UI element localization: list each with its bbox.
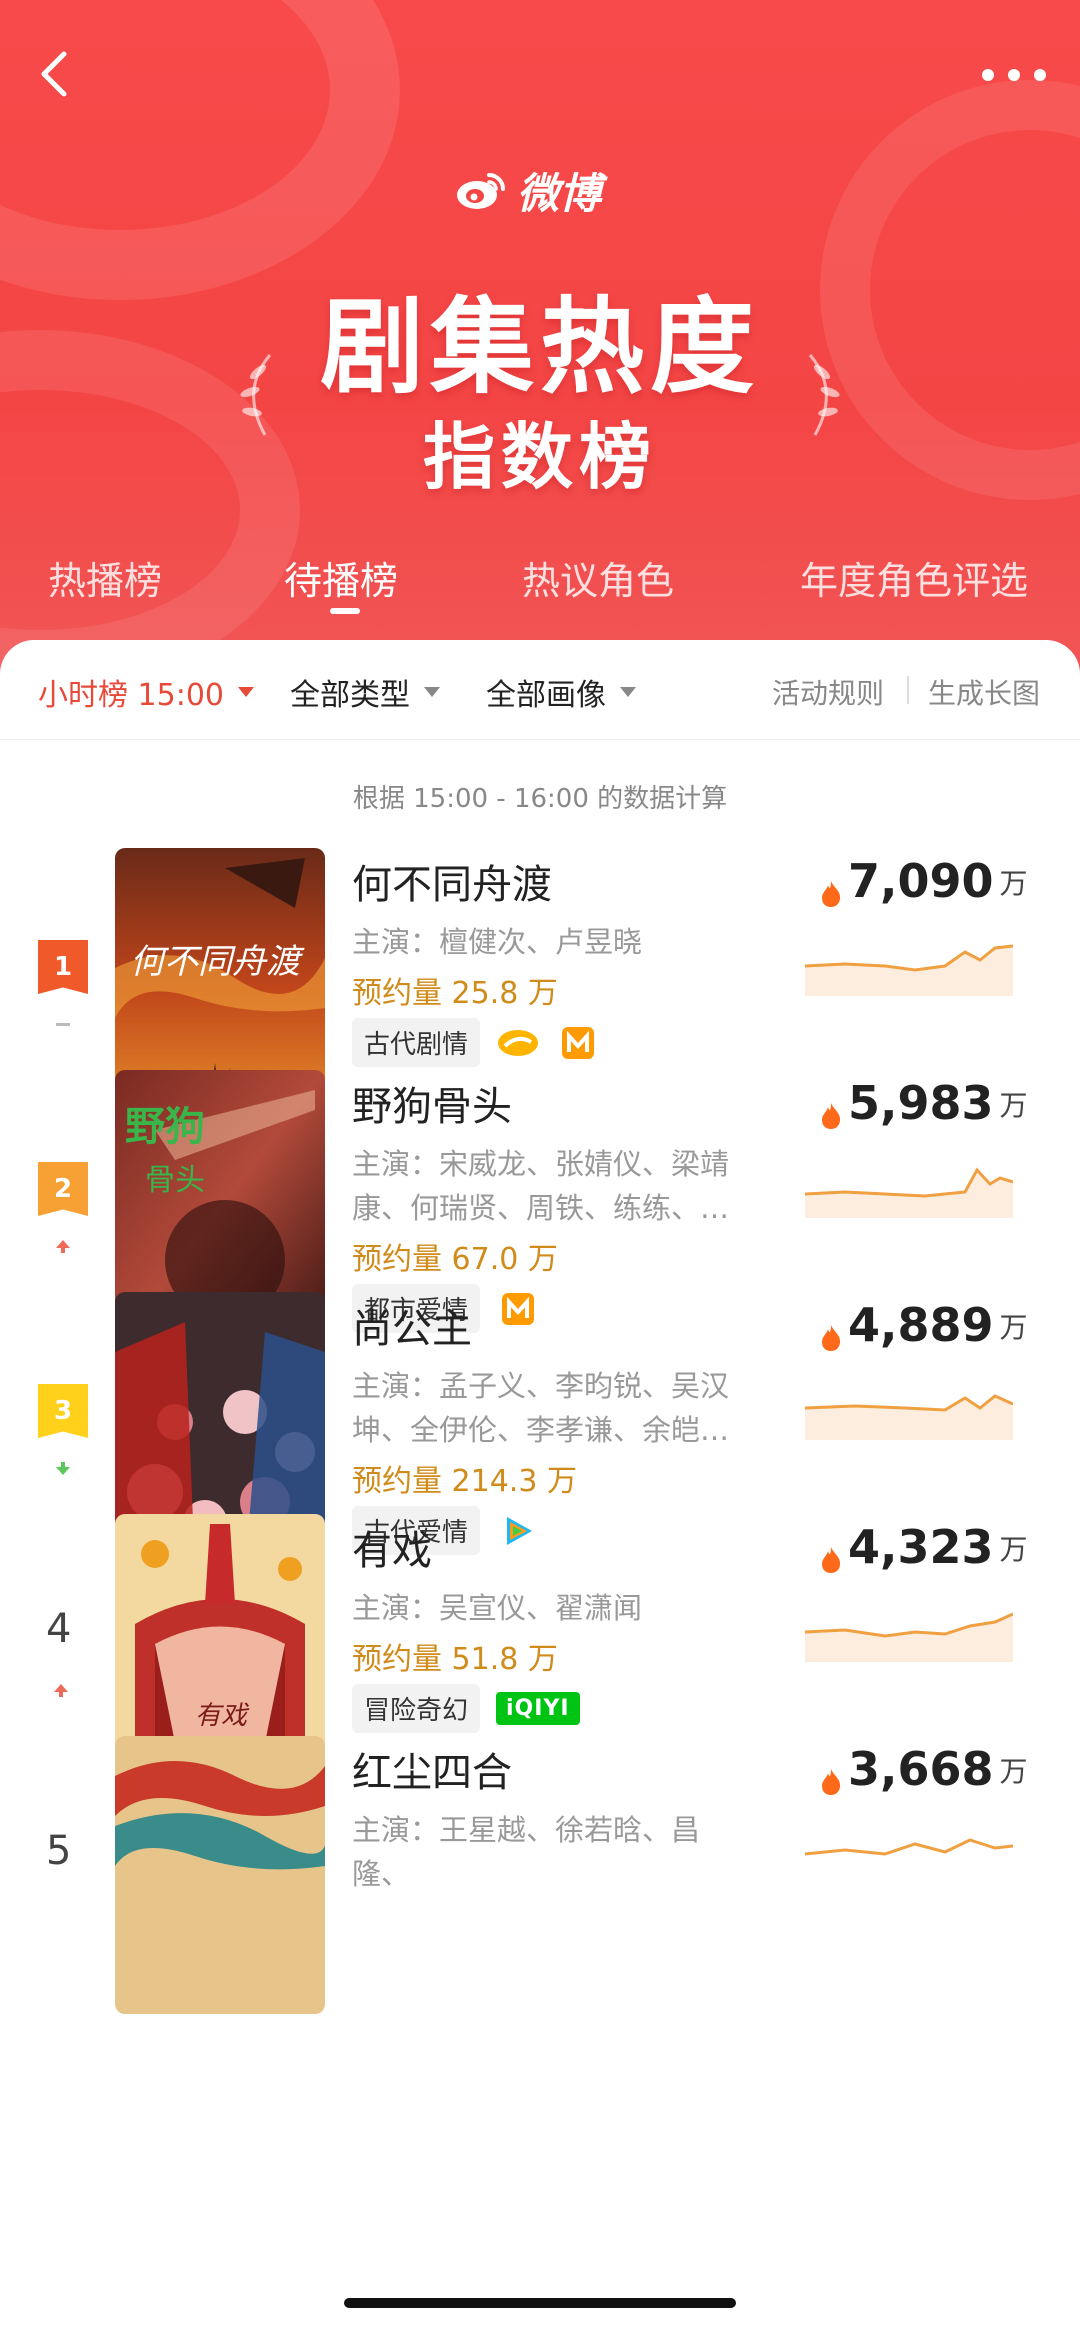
heat-value: 5,983 [848, 1076, 994, 1130]
header-banner: 微博 剧集热度 指数榜 热播榜 待播榜 热议角色 年度角色评选 [0, 0, 1080, 680]
rank-badge: 3 [38, 1384, 88, 1438]
tab-hot-roles[interactable]: 热议角色 [522, 550, 674, 605]
heat-value: 4,889 [848, 1298, 994, 1352]
genre-tag[interactable]: 古代剧情 [352, 1018, 481, 1067]
trend-sparkline [805, 944, 1013, 996]
cast-list: 主演：王星越、徐若晗、昌隆、 [352, 1813, 701, 1891]
rank-badge: 2 [38, 1162, 88, 1216]
image-filter-label: 全部画像 [486, 678, 606, 713]
heat-index: 4,323 万 [820, 1520, 1028, 1574]
weibo-eye-icon [457, 172, 505, 209]
heat-index: 4,889 万 [820, 1298, 1028, 1352]
reservation-count: 预约量 67.0 万 [352, 1242, 558, 1277]
trend-up-icon [54, 1684, 68, 1697]
heat-unit: 万 [999, 1311, 1028, 1344]
heat-unit: 万 [999, 867, 1028, 900]
ranking-row[interactable]: 5 红尘四合 主演：王星越、徐若晗、昌隆、 3,668 万 [0, 1736, 1080, 2036]
svg-text:何不同舟渡: 何不同舟渡 [130, 942, 305, 982]
heat-value: 7,090 [848, 854, 994, 908]
poster-image[interactable] [115, 1736, 325, 2014]
svg-text:骨头: 骨头 [145, 1163, 205, 1198]
tab-upcoming[interactable]: 待播榜 [284, 550, 398, 605]
ranking-sheet: 小时榜 15:00 全部类型 全部画像 活动规则 生成长图 根据 15:00 -… [0, 640, 1080, 2330]
show-title[interactable]: 红尘四合 [352, 1740, 512, 1798]
image-filter-dropdown[interactable]: 全部画像 [486, 670, 636, 714]
heat-unit: 万 [999, 1755, 1028, 1788]
flame-icon [822, 881, 841, 907]
calculation-note: 根据 15:00 - 16:00 的数据计算 [352, 784, 728, 814]
logo-text: 微博 [517, 169, 602, 218]
flame-icon [822, 1769, 841, 1795]
mgtv-icon [556, 1023, 600, 1063]
show-title[interactable]: 野狗骨头 [352, 1074, 512, 1132]
svg-text:野狗: 野狗 [125, 1103, 205, 1150]
divider [907, 676, 909, 704]
trend-down-icon [56, 1462, 70, 1475]
cast-list: 主演：孟子义、李昀锐、吴汉坤、全伊伦、李孝谦、余皑… [352, 1369, 730, 1447]
home-indicator[interactable] [344, 2298, 736, 2308]
trend-sparkline [805, 1612, 1013, 1662]
tab-bar: 热播榜 待播榜 热议角色 年度角色评选 [0, 550, 1080, 620]
back-arrow-icon[interactable] [30, 48, 82, 100]
rank-number: 4 [46, 1606, 72, 1652]
flame-icon [822, 1325, 841, 1351]
hour-filter-label: 小时榜 15:00 [38, 678, 224, 713]
decorative-swirl [0, 0, 400, 300]
tab-hot-playing[interactable]: 热播榜 [48, 550, 162, 605]
trend-sparkline [805, 1394, 1013, 1440]
mango-tv-icon [496, 1023, 540, 1063]
type-filter-label: 全部类型 [290, 678, 410, 713]
generate-image-link[interactable]: 生成长图 [928, 672, 1040, 712]
type-filter-dropdown[interactable]: 全部类型 [290, 670, 440, 714]
reservation-count: 预约量 51.8 万 [352, 1642, 558, 1677]
weibo-logo: 微博 [455, 160, 601, 221]
iqiyi-icon: iQIYI [496, 1692, 580, 1725]
rules-link[interactable]: 活动规则 [772, 672, 884, 712]
filter-bar: 小时榜 15:00 全部类型 全部画像 活动规则 生成长图 [0, 640, 1080, 740]
chevron-down-icon [424, 687, 440, 697]
active-tab-indicator [330, 608, 360, 614]
heat-index: 3,668 万 [820, 1742, 1028, 1796]
heat-unit: 万 [999, 1089, 1028, 1122]
show-title[interactable]: 尚公主 [352, 1296, 472, 1354]
rank-number: 5 [46, 1828, 72, 1874]
chevron-down-icon [238, 687, 254, 697]
svg-text:有戏: 有戏 [195, 1701, 250, 1731]
page-title: 剧集热度 [319, 286, 760, 408]
trend-up-icon [56, 1240, 70, 1253]
flame-icon [822, 1103, 841, 1129]
genre-tag[interactable]: 冒险奇幻 [352, 1684, 481, 1733]
trend-sparkline [805, 1838, 1013, 1856]
reservation-count: 预约量 214.3 万 [352, 1464, 577, 1499]
show-title[interactable]: 何不同舟渡 [352, 852, 552, 910]
tab-annual-roles[interactable]: 年度角色评选 [800, 550, 1028, 605]
page-subtitle: 指数榜 [422, 415, 657, 499]
cast-list: 主演：吴宣仪、翟潇闻 [352, 1591, 643, 1625]
heat-index: 7,090 万 [820, 854, 1028, 908]
heat-unit: 万 [999, 1533, 1028, 1566]
rank-badge: 1 [38, 940, 88, 994]
more-options-icon[interactable] [982, 60, 1046, 90]
cast-list: 主演：檀健次、卢昱晓 [352, 925, 643, 959]
heat-value: 4,323 [848, 1520, 994, 1574]
show-title[interactable]: 有戏 [352, 1518, 432, 1576]
heat-value: 3,668 [848, 1742, 994, 1796]
hour-filter-dropdown[interactable]: 小时榜 15:00 [38, 670, 254, 714]
flame-icon [822, 1547, 841, 1573]
trend-flat-icon [56, 1023, 70, 1026]
heat-index: 5,983 万 [820, 1076, 1028, 1130]
reservation-count: 预约量 25.8 万 [352, 976, 558, 1011]
trend-sparkline [805, 1167, 1013, 1218]
chevron-down-icon [620, 687, 636, 697]
cast-list: 主演：宋威龙、张婧仪、梁靖康、何瑞贤、周铁、练练、… [352, 1147, 730, 1225]
